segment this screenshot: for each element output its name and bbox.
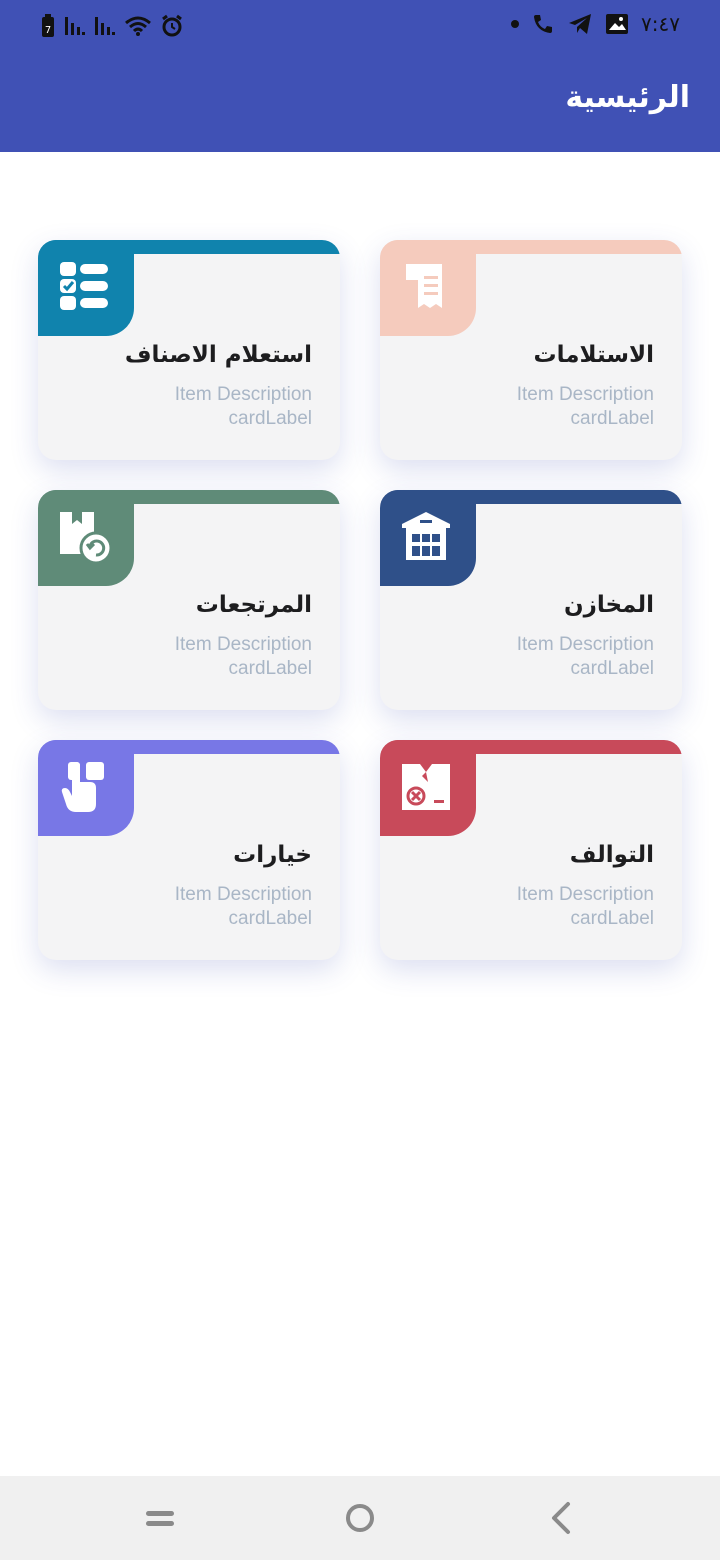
system-nav-bar [0, 1476, 720, 1560]
card-options[interactable]: خيارات Item Description cardLabel [38, 740, 340, 960]
call-icon [534, 15, 553, 33]
home-icon[interactable] [340, 1498, 380, 1538]
alarm-icon [162, 14, 182, 37]
card-warehouses[interactable]: المخازن Item Description cardLabel [380, 490, 682, 710]
warehouse-icon [402, 512, 450, 560]
status-right-icons: ٧:٤٧ [511, 12, 680, 36]
checklist-icon [60, 262, 108, 310]
image-icon [606, 14, 629, 34]
card-description: Item Description [516, 634, 654, 655]
wifi-icon [125, 16, 151, 36]
card-title: خيارات [233, 842, 312, 868]
card-description: Item Description [174, 884, 312, 905]
card-label: cardLabel [228, 658, 312, 679]
back-icon[interactable] [542, 1498, 582, 1538]
card-label: cardLabel [570, 408, 654, 429]
dot-icon [511, 20, 520, 28]
card-icon-box [38, 740, 134, 836]
card-description: Item Description [516, 384, 654, 405]
signal-icon [95, 17, 115, 35]
damaged-box-icon [402, 764, 450, 810]
card-icon-box [380, 490, 476, 586]
card-title: استعلام الاصناف [124, 342, 312, 368]
card-description: Item Description [516, 884, 654, 905]
card-label: cardLabel [570, 658, 654, 679]
card-icon-box [380, 240, 476, 336]
card-receipts[interactable]: الاستلامات Item Description cardLabel [380, 240, 682, 460]
card-label: cardLabel [570, 908, 654, 929]
card-title: المخازن [563, 592, 654, 618]
card-label: cardLabel [228, 408, 312, 429]
svg-text:7: 7 [45, 25, 51, 36]
return-box-icon [60, 512, 112, 564]
menu-icon[interactable] [140, 1498, 180, 1538]
signal-icon [65, 17, 85, 35]
card-icon-box [38, 490, 134, 586]
card-damaged[interactable]: التوالف Item Description cardLabel [380, 740, 682, 960]
battery-icon: 7 [42, 14, 54, 37]
status-time: ٧:٤٧ [641, 12, 680, 36]
card-item-inquiry[interactable]: استعلام الاصناف Item Description cardLab… [38, 240, 340, 460]
card-title: التوالف [569, 842, 654, 868]
status-left-icons: 7 [40, 14, 184, 38]
touch-icon [61, 762, 104, 812]
card-title: الاستلامات [533, 342, 654, 368]
app-bar: الرئيسية [0, 52, 720, 152]
card-icon-box [38, 240, 134, 336]
card-returns[interactable]: المرتجعات Item Description cardLabel [38, 490, 340, 710]
status-bar: 7 ٧:٤٧ [0, 0, 720, 52]
receipt-icon [406, 264, 442, 308]
card-description: Item Description [174, 634, 312, 655]
card-description: Item Description [174, 384, 312, 405]
card-icon-box [380, 740, 476, 836]
card-label: cardLabel [228, 908, 312, 929]
telegram-icon [569, 14, 592, 34]
card-title: المرتجعات [195, 592, 312, 618]
page-title: الرئيسية [565, 80, 690, 115]
